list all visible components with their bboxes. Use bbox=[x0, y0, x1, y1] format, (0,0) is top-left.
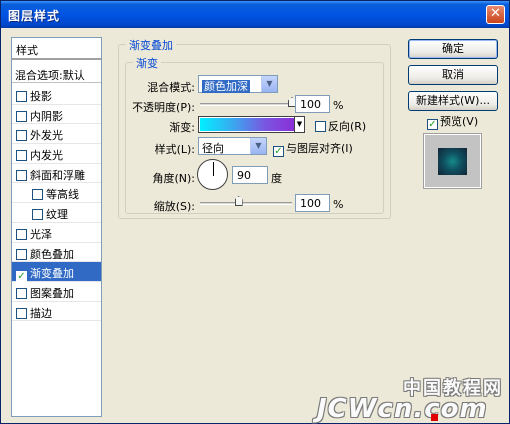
effect-label: 斜面和浮雕 bbox=[30, 168, 85, 182]
effect-checkbox-icon[interactable] bbox=[16, 169, 27, 181]
opacity-input[interactable]: 100 bbox=[295, 95, 330, 113]
scale-slider-track[interactable] bbox=[200, 202, 292, 205]
layer-style-dialog: 图层样式 ✕ 样式 混合选项:默认 投影内阴影外发光内发光斜面和浮雕等高线纹理光… bbox=[0, 0, 510, 424]
effect-item[interactable]: 等高线 bbox=[12, 183, 101, 204]
effect-label: 内阴影 bbox=[30, 109, 63, 123]
blend-mode-label: 混合模式: bbox=[147, 81, 195, 94]
effect-checkbox-icon[interactable] bbox=[32, 189, 43, 201]
effect-item[interactable]: 描边 bbox=[12, 302, 101, 322]
style-label: 样式(L): bbox=[154, 143, 195, 156]
effect-checkbox-icon[interactable] bbox=[32, 209, 43, 221]
chevron-down-icon[interactable]: ▼ bbox=[261, 76, 277, 92]
preview-swatch bbox=[438, 148, 467, 175]
effect-label: 渐变叠加 bbox=[30, 267, 74, 281]
align-label: 与图层对齐(I) bbox=[286, 142, 353, 155]
angle-dial[interactable] bbox=[197, 159, 228, 190]
styles-header[interactable]: 样式 bbox=[12, 38, 101, 60]
subgroup-title: 渐变 bbox=[133, 55, 161, 71]
watermark-dot bbox=[431, 414, 438, 421]
reverse-label: 反向(R) bbox=[328, 120, 367, 133]
chevron-down-icon[interactable]: ▼ bbox=[250, 138, 266, 154]
align-with-layer-checkbox[interactable]: ✓ 与图层对齐(I) bbox=[273, 140, 353, 157]
effect-item[interactable]: 外发光 bbox=[12, 124, 101, 145]
scale-label: 缩放(S): bbox=[153, 200, 195, 213]
effect-checkbox-icon[interactable] bbox=[16, 110, 27, 122]
effect-label: 投影 bbox=[30, 90, 52, 103]
opacity-unit: % bbox=[333, 99, 344, 112]
effect-item[interactable]: 内阴影 bbox=[12, 105, 101, 125]
effect-checkbox-icon[interactable] bbox=[16, 130, 27, 142]
blend-options-item[interactable]: 混合选项:默认 bbox=[12, 64, 101, 83]
style-select[interactable]: 径向 ▼ bbox=[198, 137, 267, 155]
effect-item[interactable]: 内发光 bbox=[12, 144, 101, 164]
effect-label: 外发光 bbox=[30, 129, 63, 143]
effect-item[interactable]: 颜色叠加 bbox=[12, 243, 101, 263]
close-button[interactable]: ✕ bbox=[486, 5, 505, 24]
effect-label: 描边 bbox=[30, 306, 52, 320]
angle-label: 角度(N): bbox=[152, 172, 195, 185]
effect-item[interactable]: 图案叠加 bbox=[12, 282, 101, 302]
effect-item[interactable]: 投影 bbox=[12, 85, 101, 105]
cancel-button[interactable]: 取消 bbox=[408, 65, 498, 85]
effect-label: 图案叠加 bbox=[30, 286, 74, 300]
effect-label: 纹理 bbox=[46, 208, 68, 222]
reverse-checkbox[interactable]: 反向(R) bbox=[315, 118, 366, 134]
scale-unit: % bbox=[333, 198, 344, 211]
chevron-down-icon[interactable]: ▼ bbox=[294, 117, 304, 132]
blend-mode-select[interactable]: 颜色加深 ▼ bbox=[198, 75, 278, 93]
blend-mode-value: 颜色加深 bbox=[202, 80, 250, 93]
effect-item[interactable]: 纹理 bbox=[12, 203, 101, 223]
gradient-picker[interactable]: ▼ bbox=[198, 116, 305, 133]
gradient-preview[interactable] bbox=[200, 118, 294, 131]
effect-label: 颜色叠加 bbox=[30, 247, 74, 261]
ok-button[interactable]: 确定 bbox=[408, 39, 498, 59]
preview-label: 预览(V) bbox=[440, 115, 479, 128]
effect-list: 投影内阴影外发光内发光斜面和浮雕等高线纹理光泽颜色叠加 ✓ 渐变叠加图案叠加描边 bbox=[12, 85, 101, 322]
effect-item[interactable]: 斜面和浮雕 bbox=[12, 164, 101, 184]
watermark-en: JCWcn.com bbox=[317, 394, 488, 424]
styles-list-panel: 样式 混合选项:默认 投影内阴影外发光内发光斜面和浮雕等高线纹理光泽颜色叠加 ✓ 渐… bbox=[11, 37, 102, 417]
effect-checkbox-icon[interactable]: ✓ bbox=[16, 271, 27, 283]
align-check-icon[interactable]: ✓ bbox=[273, 146, 284, 157]
angle-unit: 度 bbox=[271, 172, 282, 185]
effect-item[interactable]: 光泽 bbox=[12, 223, 101, 243]
title-bar[interactable]: 图层样式 ✕ bbox=[1, 1, 509, 28]
style-value: 径向 bbox=[202, 142, 224, 155]
gradient-label: 渐变: bbox=[169, 121, 195, 134]
effect-item[interactable]: ✓ 渐变叠加 bbox=[12, 262, 101, 283]
new-style-button[interactable]: 新建样式(W)... bbox=[408, 91, 498, 111]
effect-label: 内发光 bbox=[30, 149, 63, 163]
effect-label: 光泽 bbox=[30, 227, 52, 241]
scale-input[interactable]: 100 bbox=[295, 194, 330, 212]
angle-input[interactable]: 90 bbox=[232, 166, 268, 184]
effect-checkbox-icon[interactable] bbox=[16, 307, 27, 319]
group-title: 渐变叠加 bbox=[126, 37, 176, 53]
effect-checkbox-icon[interactable] bbox=[16, 150, 27, 162]
style-preview bbox=[423, 133, 482, 189]
watermark: 中国教程网 JCWcn.com bbox=[317, 374, 507, 424]
effect-checkbox-icon[interactable] bbox=[16, 287, 27, 299]
opacity-label: 不透明度(P): bbox=[132, 101, 195, 114]
angle-needle bbox=[213, 162, 214, 176]
reverse-check-icon[interactable] bbox=[315, 121, 326, 132]
effect-checkbox-icon[interactable] bbox=[16, 248, 27, 260]
preview-check-icon[interactable]: ✓ bbox=[427, 119, 438, 130]
effect-checkbox-icon[interactable] bbox=[16, 228, 27, 240]
effect-checkbox-icon[interactable] bbox=[16, 91, 27, 102]
effect-label: 等高线 bbox=[46, 188, 79, 202]
preview-checkbox[interactable]: ✓ 预览(V) bbox=[427, 113, 478, 130]
window-title: 图层样式 bbox=[8, 9, 61, 23]
opacity-slider-track[interactable] bbox=[200, 103, 292, 106]
